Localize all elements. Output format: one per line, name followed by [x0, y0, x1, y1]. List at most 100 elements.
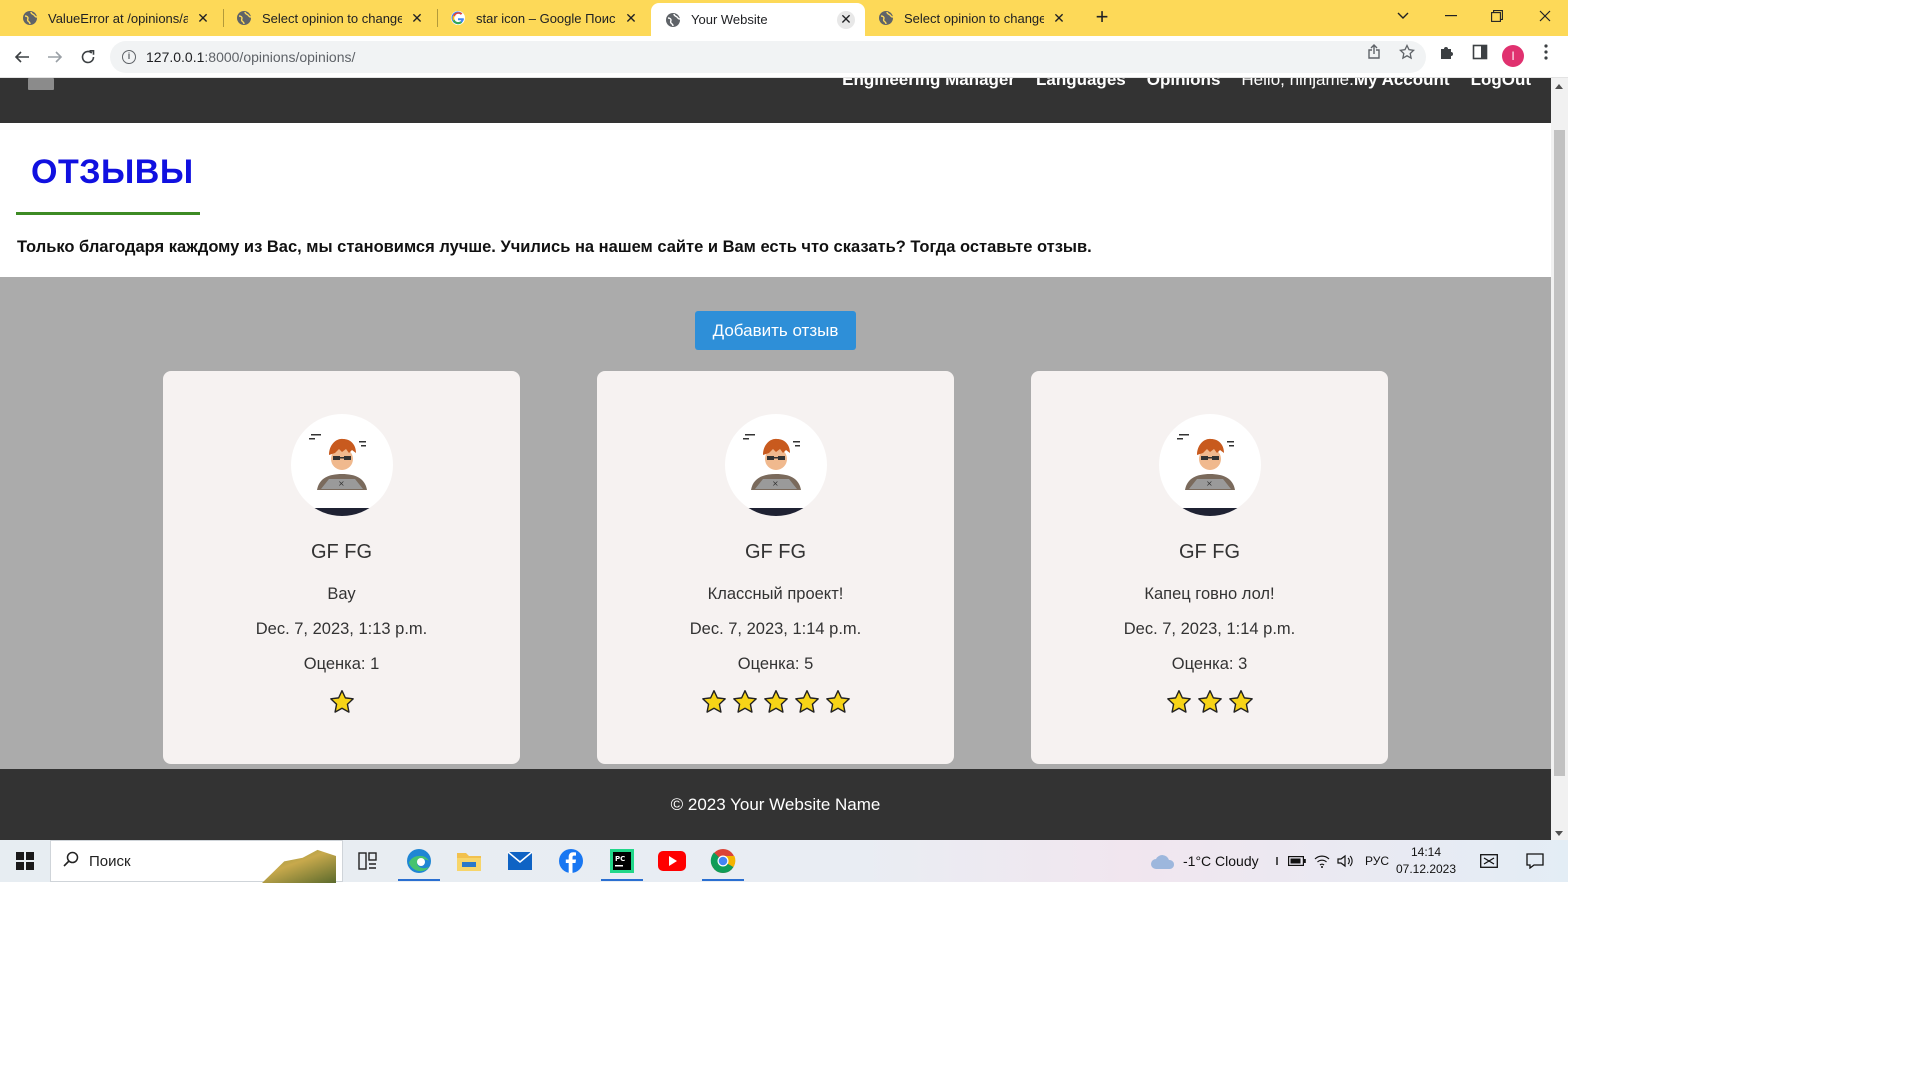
review-card: × GF FG Вау Dec. 7, 2023, 1:13 p.m. Оцен…	[163, 371, 520, 764]
add-review-button[interactable]: Добавить отзыв	[695, 311, 856, 350]
star-icon	[1228, 690, 1253, 713]
star-icon	[763, 690, 788, 713]
globe-icon	[666, 12, 681, 27]
globe-icon	[879, 11, 894, 25]
windows-start-button[interactable]	[0, 840, 50, 882]
browser-toolbar: i 127.0.0.1:8000/opinions/opinions/	[0, 36, 1568, 78]
page-intro: Только благодаря каждому из Вас, мы стан…	[17, 238, 1092, 256]
svg-text:PC: PC	[615, 855, 625, 863]
new-tab-button[interactable]: +	[1090, 6, 1114, 30]
svg-text:×: ×	[338, 479, 345, 488]
pycharm-icon[interactable]: PC	[597, 840, 647, 882]
site-footer: © 2023 Your Website Name	[0, 769, 1551, 840]
tray-overflow-chevron-icon[interactable]	[1275, 840, 1279, 882]
back-arrow-icon[interactable]	[8, 43, 36, 71]
file-explorer-icon[interactable]	[444, 840, 494, 882]
tab-title: Select opinion to change |	[904, 10, 1044, 26]
page-scrollbar[interactable]	[1551, 78, 1568, 840]
browser-tab-strip: ValueError at /opinions/ad ✕ Select opin…	[0, 0, 1568, 36]
developer-avatar-illustration: ×	[291, 434, 393, 516]
site-navbar: Engineering Manager Languages Opinions H…	[0, 78, 1551, 123]
review-rating: Оценка: 5	[737, 655, 814, 673]
close-tab-icon[interactable]: ✕	[837, 10, 855, 29]
star-icon	[732, 690, 757, 713]
search-highlight-image	[262, 849, 336, 883]
weather-widget[interactable]: -1°C Cloudy	[1150, 840, 1259, 882]
page-viewport: Engineering Manager Languages Opinions H…	[0, 78, 1551, 840]
search-icon	[63, 851, 79, 872]
close-tab-icon[interactable]: ✕	[622, 9, 640, 27]
star-icon	[329, 690, 354, 713]
developer-avatar-illustration: ×	[725, 434, 827, 516]
cloud-icon	[1151, 855, 1175, 869]
address-bar[interactable]: i 127.0.0.1:8000/opinions/opinions/	[110, 41, 1426, 73]
youtube-icon[interactable]	[647, 840, 697, 882]
taskbar-search-placeholder: Поиск	[89, 852, 131, 870]
site-nav-links: Engineering Manager Languages Opinions H…	[842, 78, 1531, 90]
nav-link-logout[interactable]: LogOut	[1471, 78, 1531, 90]
user-greeting: Hello, ninjame.	[1241, 78, 1354, 89]
task-view-icon[interactable]	[343, 840, 393, 882]
restore-window-button[interactable]	[1474, 0, 1520, 32]
nav-link-languages[interactable]: Languages	[1036, 78, 1126, 90]
close-window-button[interactable]	[1522, 0, 1568, 32]
close-tab-icon[interactable]: ✕	[194, 9, 212, 27]
nav-link-my-account[interactable]: My Account	[1354, 78, 1450, 89]
site-logo[interactable]	[28, 78, 54, 90]
forward-arrow-icon[interactable]	[41, 43, 69, 71]
star-icon	[1166, 690, 1191, 713]
browser-tab[interactable]: star icon – Google Поиск ✕	[436, 0, 650, 36]
tab-title: Select opinion to change |	[262, 10, 402, 26]
browser-tab[interactable]: Select opinion to change | ✕	[222, 0, 436, 36]
edge-icon[interactable]	[394, 840, 444, 882]
volume-icon[interactable]	[1337, 840, 1353, 882]
side-panel-icon[interactable]	[1469, 44, 1491, 66]
profile-avatar[interactable]: I	[1502, 45, 1524, 67]
developer-avatar-illustration: ×	[1159, 434, 1261, 516]
review-rating: Оценка: 1	[303, 655, 380, 673]
tab-title: star icon – Google Поиск	[476, 10, 616, 26]
extensions-puzzle-icon[interactable]	[1436, 44, 1458, 66]
nav-link-engineering-manager[interactable]: Engineering Manager	[842, 78, 1015, 90]
nav-link-opinions[interactable]: Opinions	[1147, 78, 1221, 90]
review-stars	[1031, 689, 1388, 715]
minimize-window-button[interactable]	[1428, 0, 1474, 32]
globe-icon	[237, 11, 252, 25]
scroll-down-arrow-icon[interactable]	[1555, 831, 1563, 836]
chrome-icon[interactable]	[698, 840, 748, 882]
notifications-icon[interactable]	[1526, 840, 1544, 882]
mail-icon[interactable]	[495, 840, 545, 882]
battery-icon[interactable]	[1288, 840, 1306, 882]
browser-tab[interactable]: Select opinion to change | ✕	[864, 0, 1078, 36]
taskbar-clock[interactable]: 14:14 07.12.2023	[1392, 844, 1460, 878]
close-tab-icon[interactable]: ✕	[408, 9, 426, 27]
bookmark-star-icon[interactable]	[1396, 43, 1418, 66]
review-avatar: ×	[291, 414, 393, 516]
tab-search-chevron-icon[interactable]	[1380, 0, 1426, 32]
keyboard-layout-icon[interactable]	[1480, 840, 1498, 882]
review-date: Dec. 7, 2023, 1:13 p.m.	[255, 620, 428, 638]
chrome-menu-icon[interactable]	[1535, 44, 1557, 66]
facebook-icon[interactable]	[546, 840, 596, 882]
input-language[interactable]: РУС	[1365, 840, 1389, 882]
review-avatar: ×	[725, 414, 827, 516]
star-icon	[794, 690, 819, 713]
review-text: Классный проект!	[707, 585, 844, 603]
clock-date: 07.12.2023	[1395, 862, 1457, 876]
review-stars	[597, 689, 954, 715]
scrollbar-thumb[interactable]	[1554, 130, 1565, 776]
close-tab-icon[interactable]: ✕	[1050, 9, 1068, 27]
taskbar-search-box[interactable]: Поиск	[50, 840, 343, 883]
site-info-icon[interactable]: i	[122, 50, 136, 64]
browser-tab-active[interactable]: Your Website ✕	[651, 3, 865, 36]
review-author: GF FG	[744, 541, 807, 563]
browser-tab[interactable]: ValueError at /opinions/ad ✕	[8, 0, 222, 36]
reload-icon[interactable]	[74, 43, 102, 71]
weather-text: -1°C Cloudy	[1183, 853, 1259, 869]
scroll-up-arrow-icon[interactable]	[1555, 84, 1563, 89]
share-icon[interactable]	[1363, 44, 1385, 66]
windows-logo-icon	[16, 852, 34, 870]
wifi-icon[interactable]	[1314, 840, 1330, 882]
reviews-section: Добавить отзыв × GF FG Вау Dec. 7, 2023,…	[0, 277, 1551, 769]
google-icon	[451, 11, 465, 25]
